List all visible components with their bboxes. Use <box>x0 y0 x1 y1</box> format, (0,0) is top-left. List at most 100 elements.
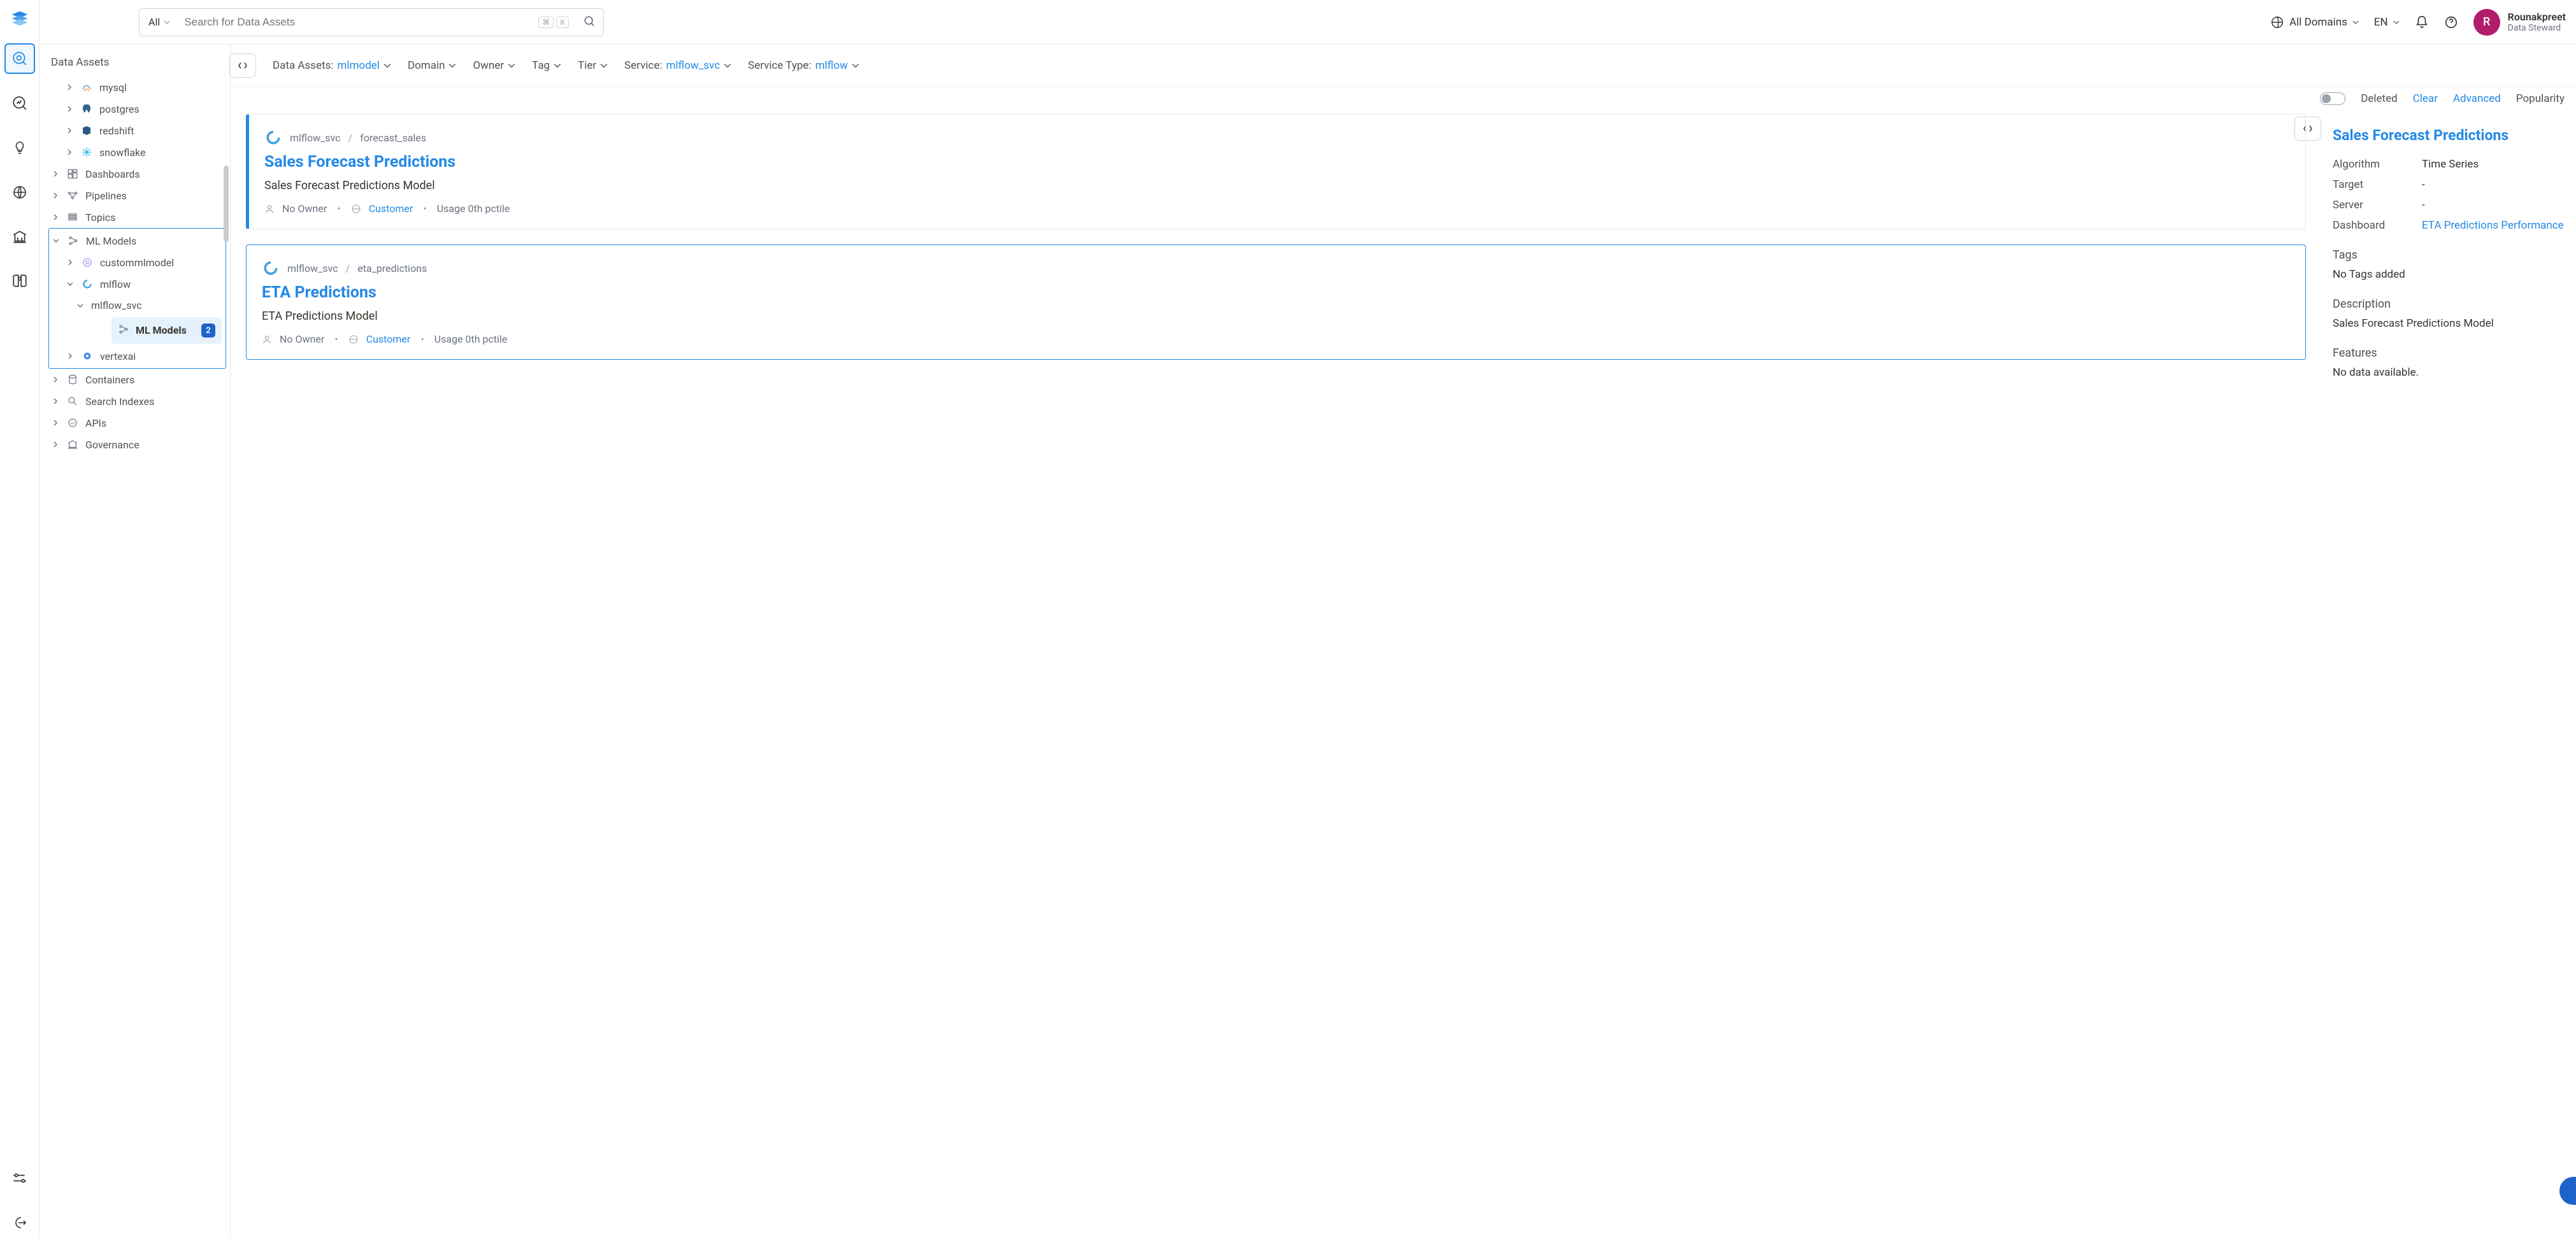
nav-explore-icon[interactable] <box>4 43 35 74</box>
results-list: mlflow_svc / forecast_sales Sales Foreca… <box>231 114 2321 1238</box>
deleted-toggle[interactable] <box>2320 92 2345 105</box>
governance-icon <box>66 438 79 451</box>
tree-group-mlmodels-box: ML Models custommlmodel mlflow ml <box>48 228 226 369</box>
mlmodels-leaf-icon <box>118 324 129 338</box>
user-name: Rounakpreet <box>2508 11 2566 23</box>
tree-item-searchindexes[interactable]: Search Indexes <box>48 390 230 412</box>
mlflow-icon <box>264 129 282 146</box>
nav-logout-icon[interactable] <box>4 1207 35 1238</box>
dashboards-icon <box>66 167 79 180</box>
tree-item-dashboards[interactable]: Dashboards <box>48 163 230 185</box>
domains-label: All Domains <box>2289 16 2347 29</box>
mlflow-icon <box>262 259 280 277</box>
sort-popularity[interactable]: Popularity <box>2516 92 2565 105</box>
nav-settings-icon[interactable] <box>4 1163 35 1193</box>
filter-tag[interactable]: Tag <box>532 59 561 72</box>
breadcrumb: mlflow_svc / forecast_sales <box>264 129 2290 146</box>
tags-value: No Tags added <box>2333 268 2565 281</box>
filter-service-type[interactable]: Service Type: mlflow <box>748 59 859 72</box>
language-label: EN <box>2374 16 2388 29</box>
description-heading: Description <box>2333 297 2565 311</box>
tree-item-apis[interactable]: API APIs <box>48 412 230 434</box>
description-value: Sales Forecast Predictions Model <box>2333 317 2565 330</box>
card-title[interactable]: ETA Predictions <box>262 283 2290 302</box>
nav-idea-icon[interactable] <box>4 132 35 163</box>
tree-item-mysql[interactable]: mysql <box>48 76 230 98</box>
nav-governance-icon[interactable] <box>4 222 35 252</box>
tree-item-topics[interactable]: Topics <box>48 206 230 228</box>
count-badge: 2 <box>201 324 215 338</box>
custommlmodel-icon <box>81 256 94 269</box>
filter-domain[interactable]: Domain <box>408 59 457 72</box>
card-title[interactable]: Sales Forecast Predictions <box>264 153 2290 171</box>
tree-title: Data Assets <box>48 56 230 69</box>
app-logo[interactable] <box>9 8 31 29</box>
tree-sidebar: Data Assets mysql postgres redshift <box>39 45 231 1238</box>
search-shortcut: ⌘ K <box>538 17 569 28</box>
avatar: R <box>2473 9 2500 36</box>
secondary-bar: Deleted Clear Advanced Popularity <box>231 87 2576 114</box>
details-panel: Sales Forecast Predictions AlgorithmTime… <box>2321 114 2576 1238</box>
nav-globe-icon[interactable] <box>4 177 35 208</box>
search-input[interactable] <box>179 16 538 29</box>
advanced-link[interactable]: Advanced <box>2453 92 2501 105</box>
details-title[interactable]: Sales Forecast Predictions <box>2333 127 2565 144</box>
search-scope-label: All <box>148 16 160 28</box>
tree-scrollbar[interactable] <box>224 166 229 242</box>
vertexai-icon <box>81 350 94 362</box>
features-value: No data available. <box>2333 366 2565 379</box>
mlflow-icon <box>81 278 94 290</box>
apis-icon: API <box>66 416 79 429</box>
search-scope-dropdown[interactable]: All <box>140 16 179 28</box>
tree-item-mlflow-svc[interactable]: mlflow_svc <box>49 295 225 316</box>
mlmodels-icon <box>67 234 80 247</box>
mysql-icon <box>80 81 93 94</box>
tree-item-snowflake[interactable]: snowflake <box>48 141 230 163</box>
topics-icon <box>66 211 79 224</box>
search-box[interactable]: All ⌘ K <box>139 8 604 36</box>
postgres-icon <box>80 103 93 115</box>
domains-dropdown[interactable]: All Domains <box>2270 15 2359 29</box>
filters-bar: Data Assets: mlmodel Domain Owner Tag <box>231 45 2576 87</box>
tags-heading: Tags <box>2333 248 2565 262</box>
top-bar: All ⌘ K All Domains E <box>39 0 2576 45</box>
filter-tier[interactable]: Tier <box>578 59 608 72</box>
card-meta: No Owner Customer Usage 0th pctile <box>264 203 2290 215</box>
tree-item-custommlmodel[interactable]: custommlmodel <box>49 252 225 273</box>
tree-item-mlflow[interactable]: mlflow <box>49 273 225 295</box>
user-role: Data Steward <box>2508 23 2566 33</box>
user-menu[interactable]: R Rounakpreet Data Steward <box>2473 9 2566 36</box>
searchindexes-icon <box>66 395 79 408</box>
search-icon[interactable] <box>575 15 603 30</box>
tree-item-containers[interactable]: Containers <box>48 369 230 390</box>
left-icon-rail <box>0 0 39 1238</box>
tree-item-redshift[interactable]: redshift <box>48 120 230 141</box>
nav-insights-icon[interactable] <box>4 88 35 118</box>
clear-link[interactable]: Clear <box>2413 92 2438 105</box>
breadcrumb: mlflow_svc / eta_predictions <box>262 259 2290 277</box>
language-dropdown[interactable]: EN <box>2374 16 2400 29</box>
containers-icon <box>66 373 79 386</box>
svg-text:API: API <box>71 422 75 425</box>
snowflake-icon <box>80 146 93 159</box>
card-desc: Sales Forecast Predictions Model <box>264 179 2290 192</box>
nav-docs-icon[interactable] <box>4 266 35 297</box>
tree-item-governance[interactable]: Governance <box>48 434 230 455</box>
result-card[interactable]: mlflow_svc / eta_predictions ETA Predict… <box>246 245 2306 360</box>
tree-item-mlmodels[interactable]: ML Models <box>49 230 225 252</box>
tree-leaf-mlmodels[interactable]: ML Models 2 <box>111 317 222 344</box>
help-icon[interactable] <box>2444 15 2458 29</box>
notifications-icon[interactable] <box>2415 15 2429 29</box>
tree-item-postgres[interactable]: postgres <box>48 98 230 120</box>
tree-item-pipelines[interactable]: Pipelines <box>48 185 230 206</box>
tree-item-vertexai[interactable]: vertexai <box>49 345 225 367</box>
collapse-sidebar-button[interactable] <box>229 53 256 78</box>
filter-service[interactable]: Service: mlflow_svc <box>624 59 731 72</box>
pipelines-icon <box>66 189 79 202</box>
details-dashboard-link[interactable]: ETA Predictions Performance <box>2422 219 2564 232</box>
filter-data-assets[interactable]: Data Assets: mlmodel <box>273 59 391 72</box>
result-card[interactable]: mlflow_svc / forecast_sales Sales Foreca… <box>246 114 2306 229</box>
redshift-icon <box>80 124 93 137</box>
card-desc: ETA Predictions Model <box>262 310 2290 323</box>
filter-owner[interactable]: Owner <box>473 59 515 72</box>
